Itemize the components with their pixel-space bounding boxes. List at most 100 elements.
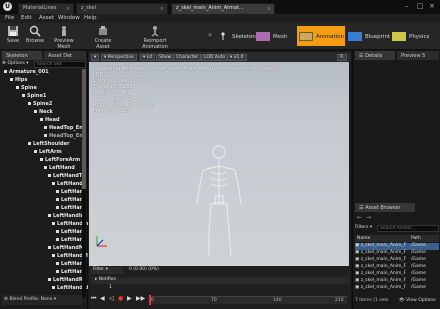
bone-icon <box>40 118 43 121</box>
filter-dropdown[interactable]: Filter ▾ <box>91 267 123 274</box>
menu-edit[interactable]: Edit <box>21 15 32 21</box>
tab-details[interactable]: ☰ Details <box>355 51 395 60</box>
skeleton-figure[interactable] <box>189 142 249 262</box>
preview-mesh-button[interactable]: Preview Mesh <box>48 25 80 50</box>
save-button[interactable]: Save <box>4 25 22 44</box>
lod-auto-button[interactable]: LOD Auto <box>201 54 229 61</box>
skeleton-tree-panel: Skeleton Asset Det ⚙ Options ▾ Armature_… <box>0 51 88 309</box>
playback-speed-button[interactable]: ▾ x1.0 <box>227 54 247 61</box>
mode-animation[interactable]: Animation <box>297 26 345 46</box>
asset-row[interactable]: ▣ z_skel_main_Anim_F/Game <box>355 285 439 292</box>
maximize-viewport-icon[interactable]: ⇱ <box>337 54 347 61</box>
play-reverse-icon[interactable]: ◁ <box>109 295 114 302</box>
minimize-icon[interactable]: – <box>405 2 409 10</box>
tree-node[interactable]: Armature_001 <box>4 69 49 77</box>
close-icon[interactable]: × <box>267 6 271 12</box>
scrollbar-thumb[interactable] <box>82 69 86 189</box>
play-icon[interactable]: ▶ <box>127 295 132 302</box>
curve-track[interactable]: 1 <box>91 285 131 292</box>
viewport-options-button[interactable]: ▾ <box>91 54 100 61</box>
step-back-icon[interactable]: ◀ <box>100 295 105 302</box>
asset-browser-panel: ☰ Asset Browser ← → Filters ▾ Name Path … <box>352 203 440 309</box>
perspective-button[interactable]: ▾ Perspective <box>101 54 137 61</box>
bone-search-input[interactable] <box>34 61 86 68</box>
lit-button[interactable]: ▾ Lit <box>140 54 156 61</box>
tree-node[interactable]: LeftHan <box>56 237 83 245</box>
tree-node[interactable]: LeftForeArm <box>40 157 80 165</box>
tree-node[interactable]: LeftHand <box>52 181 83 189</box>
window-close-icon[interactable]: × <box>429 2 435 10</box>
tab-asset-details[interactable]: Asset Det <box>44 51 86 60</box>
tab-animation[interactable]: z_skel_main_Anim_Armat... × <box>171 3 275 14</box>
blend-profile-dropdown[interactable]: ⚙ Blend Profile: None ▾ <box>2 295 82 305</box>
tree-node[interactable]: Neck <box>34 109 53 117</box>
menu-window[interactable]: Window <box>58 15 80 21</box>
mode-mesh[interactable]: Mesh <box>256 26 292 46</box>
asset-row[interactable]: ▣ z_skel_main_Anim_F/Game <box>355 257 439 264</box>
tree-scrollbar[interactable] <box>82 69 86 297</box>
column-name[interactable]: Name <box>357 236 370 241</box>
tree-node[interactable]: HeadTop_End <box>44 125 86 133</box>
tree-node[interactable]: Hips <box>10 77 27 85</box>
tree-node[interactable]: HeadTop_End <box>44 133 86 141</box>
menu-asset[interactable]: Asset <box>39 15 54 21</box>
mode-skeleton[interactable]: Skeleton <box>216 26 256 46</box>
asset-row[interactable]: ▣ z_skel_main_Anim_F/Game <box>355 264 439 271</box>
filters-dropdown[interactable]: Filters ▾ <box>355 225 377 232</box>
tree-node[interactable]: LeftHandT <box>48 173 82 181</box>
tree-node[interactable]: LeftHan <box>56 205 83 213</box>
timeline-scrubber[interactable]: 0 70 140 210 <box>149 295 347 305</box>
back-arrow-icon[interactable]: ← <box>357 214 362 221</box>
column-path[interactable]: Path <box>411 236 421 241</box>
mode-physics[interactable]: Physics <box>392 26 438 46</box>
tab-preview-settings[interactable]: Preview S <box>397 51 439 60</box>
tree-node[interactable]: LeftHan <box>56 261 83 269</box>
maximize-icon[interactable]: □ <box>417 2 424 10</box>
tab-skeleton-tree[interactable]: Skeleton <box>2 51 42 60</box>
tree-node[interactable]: Spine <box>16 85 37 93</box>
close-icon[interactable]: × <box>160 6 164 12</box>
mode-blueprint[interactable]: Blueprint <box>348 26 390 46</box>
view-options-button[interactable]: 👁 View Options <box>399 298 436 303</box>
forward-arrow-icon[interactable]: → <box>366 214 371 221</box>
tree-node[interactable]: LeftHan <box>56 269 83 277</box>
menu-help[interactable]: Help <box>84 15 97 21</box>
menu-file[interactable]: File <box>5 15 14 21</box>
asset-row[interactable]: ▣ z_skel_main_Anim_F/Game <box>355 250 439 257</box>
tree-node[interactable]: LeftHan <box>56 189 83 197</box>
tree-node[interactable]: LeftHandIn <box>48 213 84 221</box>
notifies-track[interactable]: ▸ Notifies <box>91 277 349 284</box>
tree-node[interactable]: LeftHan <box>56 229 83 237</box>
tree-node[interactable]: Head <box>40 117 60 125</box>
tab-material-lines[interactable]: MaterialLines × <box>18 3 74 14</box>
viewport-scene[interactable]: Previewing Animation: z_skel_main_Anim_A… <box>89 62 349 266</box>
skip-start-icon[interactable]: ⏮ <box>91 295 96 303</box>
asset-row[interactable]: ▣ z_skel_main_Anim_F/Game <box>355 278 439 285</box>
reimport-animation-button[interactable]: Reimport Animation <box>132 25 178 50</box>
tab-skeleton[interactable]: z_skel × <box>76 3 168 14</box>
create-asset-button[interactable]: Create Asset <box>88 25 118 50</box>
tab-asset-browser[interactable]: ☰ Asset Browser <box>355 203 415 212</box>
tree-node[interactable]: LeftArm <box>34 149 62 157</box>
asset-search-input[interactable] <box>377 225 439 232</box>
skeleton-mode-icon <box>221 32 225 40</box>
tree-node[interactable]: LeftHandR <box>48 277 83 285</box>
tree-node[interactable]: LeftShoulder <box>28 141 69 149</box>
tree-node[interactable]: LeftHan <box>56 197 83 205</box>
record-icon[interactable]: ● <box>118 295 123 302</box>
browse-button[interactable]: Browse <box>24 25 46 44</box>
playhead[interactable] <box>149 295 151 305</box>
asset-row[interactable]: ▣ z_skel_main_Anim_F/Game <box>355 271 439 278</box>
axis-gizmo-icon <box>96 236 107 247</box>
asset-row[interactable]: ▣ z_skel_main_Anim_F/Game <box>355 243 439 250</box>
bone-icon <box>52 222 55 225</box>
tree-node[interactable]: Spine1 <box>22 93 46 101</box>
show-button[interactable]: Show <box>156 54 175 61</box>
tree-node[interactable]: LeftHandM <box>48 245 84 253</box>
step-forward-icon[interactable]: ▶▶ <box>136 295 145 302</box>
tree-node[interactable]: LeftHand <box>44 165 75 173</box>
options-dropdown[interactable]: ⚙ Options ▾ <box>2 61 32 68</box>
character-button[interactable]: Character <box>173 54 202 61</box>
tree-node[interactable]: Spine2 <box>28 101 52 109</box>
close-icon[interactable]: × <box>66 6 70 12</box>
